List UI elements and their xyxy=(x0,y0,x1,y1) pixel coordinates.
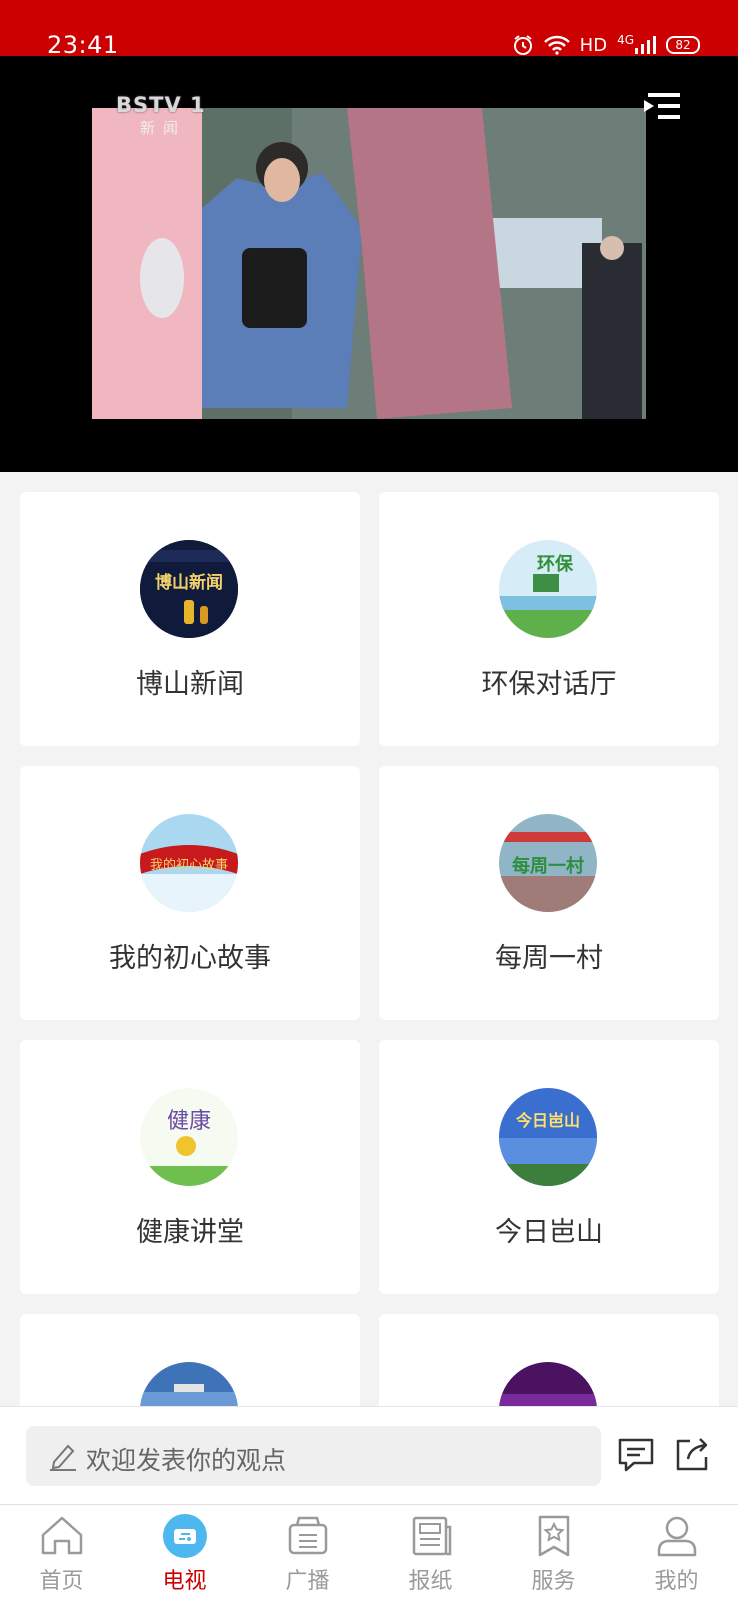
channel-sub-label: 新闻 xyxy=(140,119,187,137)
video-scene xyxy=(92,108,646,419)
tab-profile[interactable]: 我的 xyxy=(615,1505,738,1600)
program-title: 健康讲堂 xyxy=(136,1217,244,1248)
video-player[interactable]: BSTV 1 新闻 xyxy=(0,56,738,472)
program-card[interactable] xyxy=(20,1314,360,1406)
thumb-text: 健康 xyxy=(167,1109,211,1134)
program-card[interactable]: 今日岜山 今日岜山 xyxy=(379,1040,719,1294)
thumb-text: 每周一村 xyxy=(512,855,584,877)
tab-label: 服务 xyxy=(531,1569,576,1594)
playlist-icon[interactable] xyxy=(642,90,680,122)
tab-label: 广播 xyxy=(285,1569,330,1594)
program-title: 每周一村 xyxy=(495,943,603,974)
program-title: 环保对话厅 xyxy=(481,669,617,700)
program-grid: 博山新闻 博山新闻 环保 环保对话厅 我的初心故事 我的初心故事 每周一村 每周… xyxy=(0,472,738,1406)
signal-type: 4G xyxy=(617,33,634,47)
program-card[interactable]: 环保 环保对话厅 xyxy=(379,492,719,746)
program-title: 博山新闻 xyxy=(136,669,244,700)
program-thumbnail xyxy=(499,1362,597,1406)
program-card[interactable]: 健康 健康讲堂 xyxy=(20,1040,360,1294)
program-title: 今日岜山 xyxy=(495,1217,603,1248)
comments-icon[interactable] xyxy=(616,1435,656,1475)
thumb-text: 今日岜山 xyxy=(515,1111,580,1130)
tab-tv[interactable]: 电视 xyxy=(123,1505,246,1600)
video-frame[interactable] xyxy=(92,108,646,419)
comment-placeholder: 欢迎发表你的观点 xyxy=(86,1446,287,1475)
wifi-icon xyxy=(543,35,570,55)
pencil-icon xyxy=(50,1444,76,1471)
program-thumbnail: 健康 xyxy=(140,1088,238,1186)
program-thumbnail xyxy=(140,1362,238,1406)
program-thumbnail: 博山新闻 xyxy=(140,540,238,638)
status-bar: 23:41 HD 4G 82 xyxy=(0,0,738,59)
alarm-icon xyxy=(513,35,532,55)
thumb-text: 我的初心故事 xyxy=(150,857,228,873)
tab-label: 电视 xyxy=(162,1569,207,1594)
app-screen: 23:41 HD 4G 82 BSTV 1 新闻 博山新闻 博山新闻 环保 环保… xyxy=(0,0,738,1600)
service-icon xyxy=(538,1515,570,1557)
bottom-tab-bar: 首页 电视 广播 报纸 服务 我的 xyxy=(0,1504,738,1600)
tab-service[interactable]: 服务 xyxy=(492,1505,615,1600)
program-card[interactable]: 每周一村 每周一村 xyxy=(379,766,719,1020)
status-icons: HD 4G 82 xyxy=(512,32,700,58)
program-thumbnail: 今日岜山 xyxy=(499,1088,597,1186)
comment-bar: 欢迎发表你的观点 xyxy=(0,1406,738,1504)
thumb-text: 环保 xyxy=(537,553,574,575)
tab-label: 我的 xyxy=(654,1569,699,1594)
program-card[interactable]: 博山新闻 博山新闻 xyxy=(20,492,360,746)
tab-radio[interactable]: 广播 xyxy=(246,1505,369,1600)
program-thumbnail: 环保 xyxy=(499,540,597,638)
share-icon[interactable] xyxy=(672,1435,712,1475)
tab-label: 首页 xyxy=(39,1569,84,1594)
tv-icon xyxy=(163,1514,207,1558)
comment-input[interactable]: 欢迎发表你的观点 xyxy=(26,1426,601,1486)
channel-logo: BSTV 1 xyxy=(116,93,206,117)
program-thumbnail: 我的初心故事 xyxy=(140,814,238,912)
network-type: HD xyxy=(579,34,608,56)
newspaper-icon xyxy=(412,1516,452,1556)
program-thumbnail: 每周一村 xyxy=(499,814,597,912)
program-card[interactable]: 我的初心故事 我的初心故事 xyxy=(20,766,360,1020)
signal-icon xyxy=(635,36,656,54)
radio-icon xyxy=(288,1516,328,1555)
program-title: 我的初心故事 xyxy=(109,943,271,974)
tab-home[interactable]: 首页 xyxy=(0,1505,123,1600)
tab-label: 报纸 xyxy=(408,1569,453,1594)
home-icon xyxy=(41,1516,83,1555)
thumb-text: 博山新闻 xyxy=(155,572,223,593)
profile-icon xyxy=(657,1516,697,1557)
battery-indicator: 82 xyxy=(666,36,700,54)
program-card[interactable] xyxy=(379,1314,719,1406)
tab-newspaper[interactable]: 报纸 xyxy=(369,1505,492,1600)
